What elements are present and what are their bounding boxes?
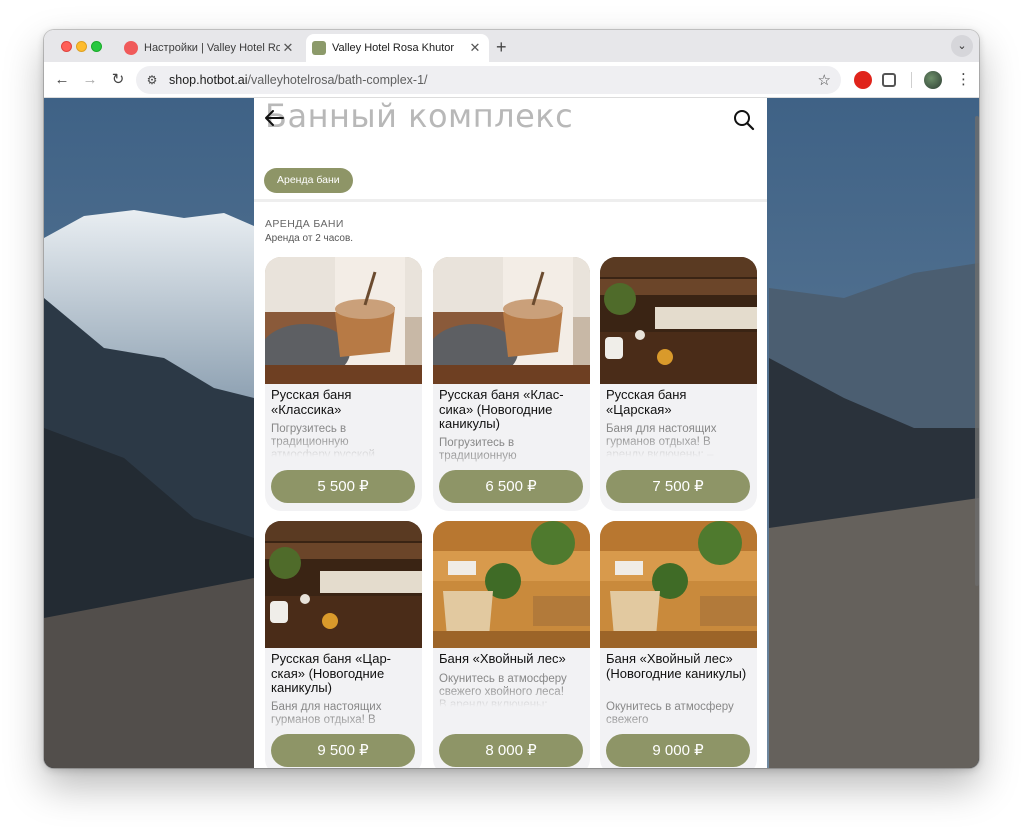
price-button[interactable]: 8 000 ₽ bbox=[439, 734, 583, 767]
site-info-icon[interactable]: ⚙ bbox=[144, 72, 160, 88]
product-image bbox=[265, 257, 422, 384]
price-button[interactable]: 9 000 ₽ bbox=[606, 734, 750, 767]
reload-icon[interactable]: ↻ bbox=[108, 70, 128, 90]
product-image bbox=[433, 257, 590, 384]
close-tab-icon[interactable]: ✕ bbox=[467, 40, 483, 56]
maximize-window-button[interactable] bbox=[91, 41, 102, 52]
product-description: Погрузитесь в традиционную bbox=[439, 437, 517, 462]
product-name: Русская баня «Классика» bbox=[271, 387, 352, 417]
tab-bar: Настройки | Valley Hotel Rosa Khutor ✕ V… bbox=[44, 30, 979, 62]
new-tab-icon[interactable]: + bbox=[496, 37, 507, 58]
tab-search-chevron-icon[interactable]: ⌄ bbox=[951, 35, 973, 57]
url-text[interactable]: shop.hotbot.ai/valleyhotelrosa/bath-comp… bbox=[169, 73, 428, 87]
price-button[interactable]: 9 500 ₽ bbox=[271, 734, 415, 767]
product-description: Баня для настоящих гурманов отдыха! В bbox=[271, 701, 382, 726]
shop-header: Банный комплекс Аренда бани bbox=[254, 98, 767, 202]
shop-panel: Банный комплекс Аренда бани АРЕНДА БАНИ … bbox=[254, 98, 767, 768]
product-name: Русская баня «Цар-ская» (Новогодние кани… bbox=[271, 651, 392, 695]
profile-avatar[interactable] bbox=[924, 71, 942, 89]
price-button[interactable]: 6 500 ₽ bbox=[439, 470, 583, 503]
product-description: Баня для настоящих гурманов отдыха! В ар… bbox=[606, 423, 717, 457]
product-card[interactable]: Русская баня «Царская» Баня для настоящи… bbox=[600, 257, 757, 511]
product-card[interactable]: Баня «Хвойный лес» (Новогодние каникулы)… bbox=[600, 521, 757, 768]
tab-title: Valley Hotel Rosa Khutor bbox=[332, 42, 455, 54]
product-card[interactable]: Русская баня «Классика» Погрузитесь в тр… bbox=[265, 257, 422, 511]
close-tab-icon[interactable]: ✕ bbox=[280, 40, 296, 56]
address-bar[interactable]: ⚙ shop.hotbot.ai/valleyhotelrosa/bath-co… bbox=[136, 66, 841, 94]
back-arrow-icon[interactable] bbox=[262, 106, 286, 130]
product-image bbox=[433, 521, 590, 648]
tab-settings[interactable]: Настройки | Valley Hotel Rosa Khutor ✕ bbox=[116, 34, 302, 62]
browser-window: Настройки | Valley Hotel Rosa Khutor ✕ V… bbox=[44, 30, 979, 768]
page-viewport: Банный комплекс Аренда бани АРЕНДА БАНИ … bbox=[44, 98, 979, 768]
settings-favicon-icon bbox=[124, 41, 138, 55]
product-description: Погрузитесь в традиционную атмосферу рус… bbox=[271, 423, 375, 457]
price-button[interactable]: 5 500 ₽ bbox=[271, 470, 415, 503]
minimize-window-button[interactable] bbox=[76, 41, 87, 52]
section-subtitle: Аренда от 2 часов. bbox=[265, 233, 354, 244]
section-title: АРЕНДА БАНИ bbox=[265, 218, 344, 230]
browser-menu-icon[interactable]: ⋮ bbox=[956, 70, 971, 90]
page-scrollbar[interactable] bbox=[975, 116, 979, 586]
product-name: Русская баня «Царская» bbox=[606, 387, 687, 417]
back-arrow-icon[interactable]: ← bbox=[52, 70, 72, 90]
toolbar-divider bbox=[911, 72, 912, 88]
hotel-favicon-icon bbox=[312, 41, 326, 55]
product-name: Русская баня «Клас-сика» (Новогодние кан… bbox=[439, 387, 564, 431]
tab-title: Настройки | Valley Hotel Rosa Khutor bbox=[144, 42, 280, 54]
product-name: Баня «Хвойный лес» (Новогодние каникулы) bbox=[606, 651, 747, 681]
close-window-button[interactable] bbox=[61, 41, 72, 52]
product-card[interactable]: Русская баня «Клас-сика» (Новогодние кан… bbox=[433, 257, 590, 511]
bookmark-star-icon[interactable]: ☆ bbox=[818, 71, 831, 89]
search-icon[interactable] bbox=[732, 108, 756, 132]
browser-toolbar: ← → ↻ ⚙ shop.hotbot.ai/valleyhotelrosa/b… bbox=[44, 62, 979, 98]
price-button[interactable]: 7 500 ₽ bbox=[606, 470, 750, 503]
product-image bbox=[600, 257, 757, 384]
product-description: Окунитесь в атмосферу свежего хвойного л… bbox=[439, 673, 567, 707]
url-path: /valleyhotelrosa/bath-complex-1/ bbox=[247, 73, 428, 87]
forward-arrow-icon[interactable]: → bbox=[80, 70, 100, 90]
url-host: shop.hotbot.ai bbox=[169, 73, 248, 87]
tab-valley-hotel[interactable]: Valley Hotel Rosa Khutor ✕ bbox=[306, 34, 489, 62]
product-name: Баня «Хвойный лес» bbox=[439, 651, 566, 666]
product-description: Окунитесь в атмосферу свежего bbox=[606, 701, 734, 726]
product-image bbox=[265, 521, 422, 648]
extensions-puzzle-icon[interactable] bbox=[882, 73, 896, 87]
product-card[interactable]: Русская баня «Цар-ская» (Новогодние кани… bbox=[265, 521, 422, 768]
category-chip-bath-rental[interactable]: Аренда бани bbox=[264, 168, 353, 193]
extension-opera-icon[interactable] bbox=[854, 71, 872, 89]
page-title: Банный комплекс bbox=[265, 98, 574, 135]
product-card[interactable]: Баня «Хвойный лес» Окунитесь в атмосферу… bbox=[433, 521, 590, 768]
product-image bbox=[600, 521, 757, 648]
